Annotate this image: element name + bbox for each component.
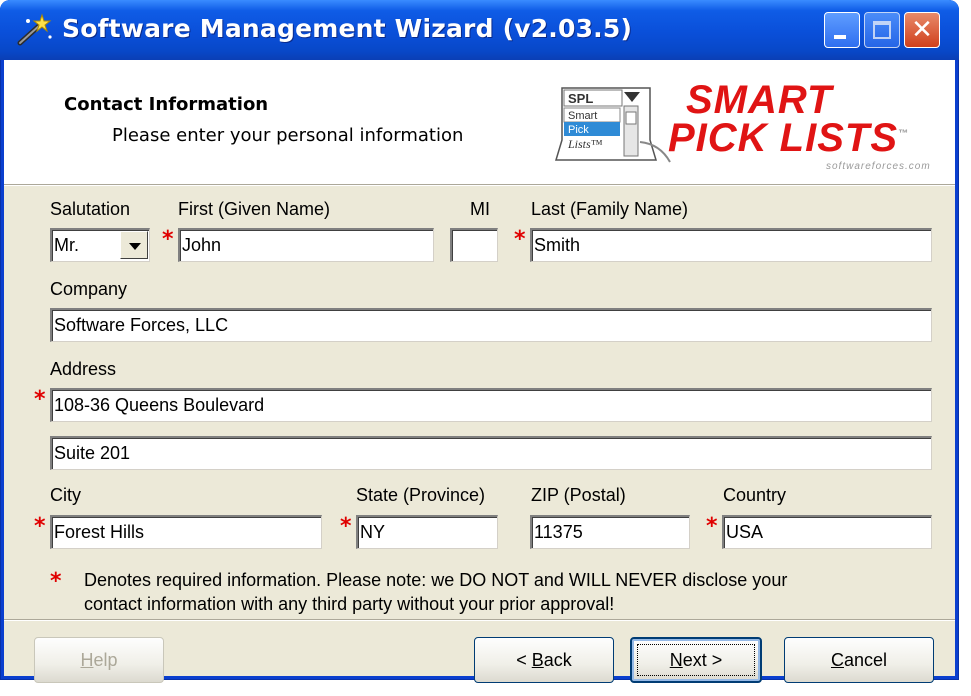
country-label: Country	[723, 485, 787, 505]
wizard-window: Software Management Wizard (v2.03.5) ✕ C…	[0, 0, 959, 683]
page-title: Contact Information	[64, 94, 269, 115]
company-label: Company	[50, 279, 128, 299]
zip-input[interactable]: 11375	[530, 515, 690, 549]
last-name-input[interactable]: Smith	[530, 228, 932, 262]
first-name-label: First (Given Name)	[178, 199, 331, 219]
wizard-client-area: Contact Information Please enter your pe…	[4, 60, 955, 683]
company-input[interactable]: Software Forces, LLC	[50, 308, 932, 342]
city-label: City	[50, 485, 81, 505]
close-button[interactable]: ✕	[904, 12, 940, 48]
spl-icon-item: Smart	[568, 110, 597, 122]
address-line1-input[interactable]: 108-36 Queens Boulevard	[50, 388, 932, 422]
window-title: Software Management Wizard (v2.03.5)	[62, 14, 633, 43]
close-icon: ✕	[911, 15, 933, 45]
required-note: Denotes required information. Please not…	[84, 570, 788, 614]
zip-label: ZIP (Postal)	[531, 485, 626, 505]
required-marker: *	[34, 387, 46, 412]
last-name-label: Last (Family Name)	[531, 199, 689, 219]
minimize-button[interactable]	[824, 12, 860, 48]
help-button[interactable]: Help	[34, 637, 164, 683]
logo-url: softwareforces.com	[826, 161, 931, 172]
required-marker: *	[34, 514, 46, 539]
page-subtitle: Please enter your personal information	[112, 125, 464, 146]
middle-initial-input[interactable]	[450, 228, 498, 262]
required-marker: *	[340, 514, 352, 539]
required-marker: *	[514, 227, 526, 252]
title-bar[interactable]: Software Management Wizard (v2.03.5) ✕	[0, 0, 959, 60]
address-label: Address	[50, 359, 117, 379]
spl-icon-item: Lists™	[567, 137, 603, 151]
address-line2-input[interactable]: Suite 201	[50, 436, 932, 470]
first-name-input[interactable]: John	[178, 228, 434, 262]
state-label: State (Province)	[356, 485, 486, 505]
maximize-button	[864, 12, 900, 48]
salutation-select[interactable]: Mr.	[50, 228, 150, 262]
city-input[interactable]: Forest Hills	[50, 515, 322, 549]
state-input[interactable]: NY	[356, 515, 498, 549]
spl-product-icon: SPL Smart Pick Lists™	[554, 87, 671, 163]
required-marker: *	[706, 514, 718, 539]
spl-icon-item: Pick	[568, 124, 589, 136]
wizard-header: Contact Information Please enter your pe…	[4, 60, 955, 185]
cancel-button[interactable]: Cancel	[784, 637, 934, 683]
chevron-down-icon[interactable]	[120, 231, 148, 259]
required-marker: *	[162, 227, 174, 252]
back-button[interactable]: < Back	[474, 637, 614, 683]
mi-label: MI	[470, 199, 490, 219]
next-button[interactable]: Next >	[630, 637, 762, 683]
spl-icon-label: SPL	[568, 91, 593, 106]
salutation-label: Salutation	[50, 199, 131, 219]
country-input[interactable]: USA	[722, 515, 932, 549]
wizard-wand-icon	[17, 13, 52, 46]
required-marker: *	[50, 569, 62, 594]
logo-pick-lists: PICK LISTS™	[668, 116, 910, 160]
